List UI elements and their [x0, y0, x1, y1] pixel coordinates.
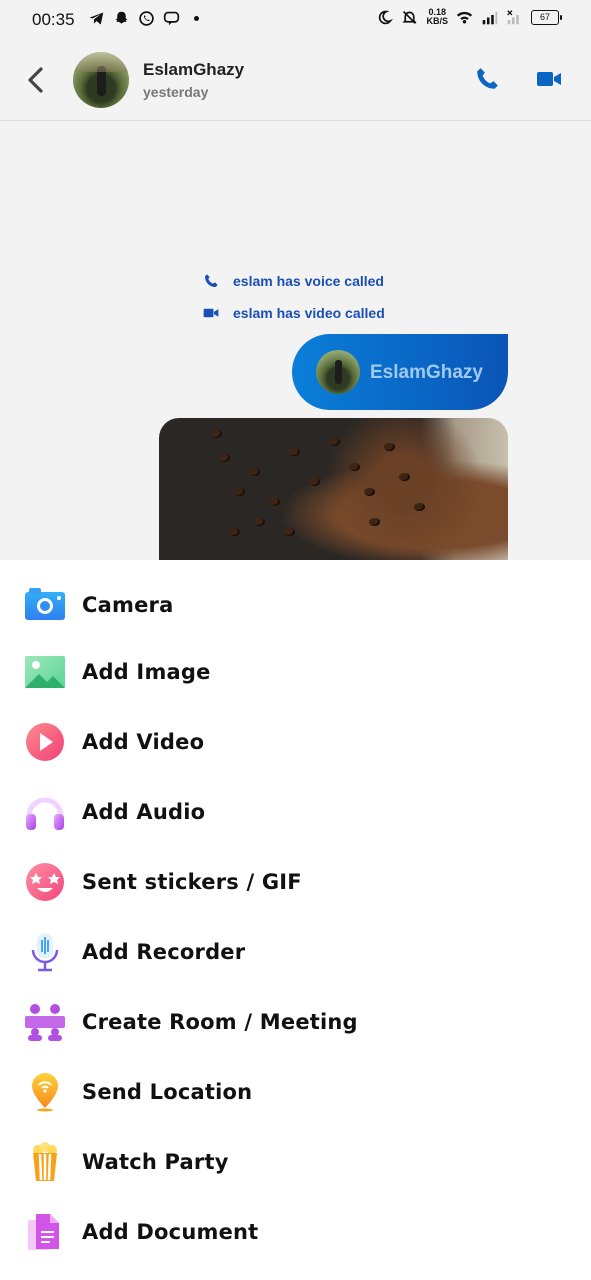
signal-icon — [482, 11, 498, 24]
option-label: Watch Party — [82, 1150, 229, 1174]
image-message[interactable] — [159, 418, 508, 578]
option-label: Sent stickers / GIF — [82, 870, 302, 894]
option-send-location[interactable]: Send Location — [0, 1062, 591, 1122]
option-label: Add Image — [82, 660, 211, 684]
popcorn-icon — [33, 1142, 57, 1181]
option-label: Send Location — [82, 1080, 253, 1104]
document-icon — [28, 1214, 59, 1250]
whatsapp-icon — [139, 11, 154, 26]
meeting-icon — [25, 1004, 65, 1041]
option-add-image[interactable]: Add Image — [0, 642, 591, 702]
option-label: Camera — [82, 593, 174, 617]
voice-call-event: eslam has voice called — [203, 273, 384, 289]
contact-share-bubble[interactable]: EslamGhazy — [292, 334, 508, 410]
bell-off-icon — [402, 10, 418, 24]
signal-no-sim-icon — [507, 9, 519, 24]
option-add-audio[interactable]: Add Audio — [0, 782, 591, 842]
option-label: Add Video — [82, 730, 205, 754]
option-label: Add Recorder — [82, 940, 246, 964]
shared-contact-avatar — [316, 350, 360, 394]
messenger-icon — [163, 11, 180, 26]
video-call-event: eslam has video called — [203, 305, 385, 321]
chat-header: EslamGhazy yesterday — [0, 40, 591, 121]
contact-avatar[interactable] — [73, 52, 129, 108]
camera-small-icon — [203, 308, 219, 318]
status-time: 00:35 — [32, 10, 75, 29]
contact-name[interactable]: EslamGhazy — [143, 60, 244, 80]
attachment-sheet: Camera Add Image Add Video Add Audio Sen… — [0, 560, 591, 1280]
snapchat-icon — [115, 11, 128, 24]
video-play-icon — [26, 723, 64, 761]
wifi-icon — [456, 11, 473, 23]
moon-icon — [379, 10, 394, 24]
option-label: Add Document — [82, 1220, 259, 1244]
voice-call-icon[interactable] — [474, 66, 500, 92]
microphone-icon — [31, 933, 59, 972]
location-pin-icon — [32, 1073, 58, 1112]
option-stickers-gif[interactable]: Sent stickers / GIF — [0, 852, 591, 912]
option-add-recorder[interactable]: Add Recorder — [0, 922, 591, 982]
option-watch-party[interactable]: Watch Party — [0, 1132, 591, 1192]
option-label: Add Audio — [82, 800, 206, 824]
last-seen-status: yesterday — [143, 84, 209, 100]
notification-icons — [88, 10, 199, 27]
network-speed: 0.18 KB/S — [426, 7, 448, 26]
telegram-icon — [89, 12, 104, 25]
option-add-video[interactable]: Add Video — [0, 712, 591, 772]
system-icons: 0.18 KB/S 67 — [376, 7, 562, 26]
option-create-room[interactable]: Create Room / Meeting — [0, 992, 591, 1052]
battery-indicator: 67 — [531, 9, 562, 25]
camera-icon — [25, 588, 65, 620]
shared-contact-name: EslamGhazy — [370, 362, 483, 383]
option-camera[interactable]: Camera — [0, 575, 591, 635]
option-add-document[interactable]: Add Document — [0, 1202, 591, 1262]
image-icon — [25, 656, 65, 688]
voice-call-event-text: eslam has voice called — [233, 273, 384, 289]
headphones-icon — [26, 797, 64, 830]
sticker-icon — [26, 863, 64, 901]
status-bar: 00:35 0.18 KB/S 67 — [0, 0, 591, 40]
option-label: Create Room / Meeting — [82, 1010, 358, 1034]
back-arrow-icon[interactable] — [24, 66, 46, 94]
video-call-event-text: eslam has video called — [233, 305, 385, 321]
video-call-icon[interactable] — [536, 68, 562, 90]
more-notifications-dot — [194, 16, 199, 21]
phone-icon — [205, 274, 218, 287]
